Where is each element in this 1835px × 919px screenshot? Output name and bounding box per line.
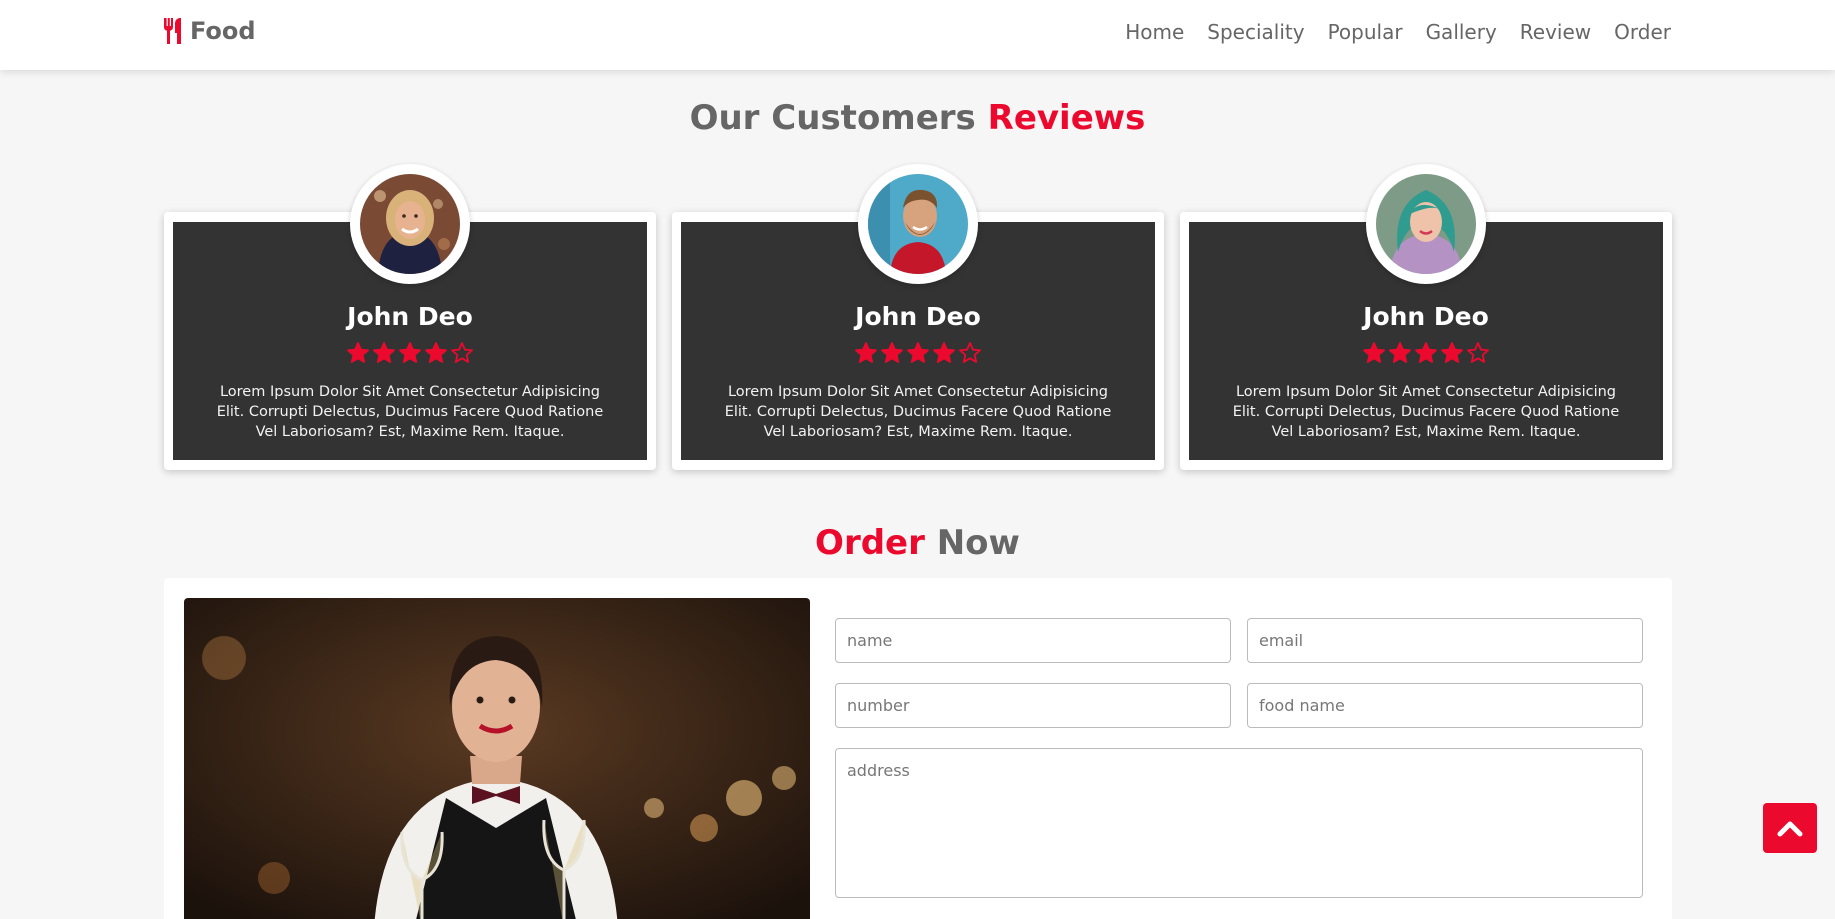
- star-filled-icon: [399, 342, 421, 363]
- star-filled-icon: [1441, 342, 1463, 363]
- star-filled-icon: [425, 342, 447, 363]
- review-card: John Deo Lorem Ipsum Dolor Sit Amet Cons…: [1180, 164, 1672, 470]
- reviewer-name: John Deo: [855, 302, 981, 331]
- order-heading: Order Now: [0, 523, 1835, 563]
- nav-popular[interactable]: Popular: [1328, 20, 1403, 44]
- avatar: [1376, 174, 1476, 274]
- reviewer-name: John Deo: [1363, 302, 1489, 331]
- star-filled-icon: [373, 342, 395, 363]
- review-card: John Deo Lorem Ipsum Dolor Sit Amet Cons…: [164, 164, 656, 470]
- reviews-heading-accent: Reviews: [987, 98, 1146, 138]
- star-outline-icon: [451, 342, 473, 363]
- order-heading-plain: Now: [924, 523, 1020, 563]
- number-field[interactable]: [835, 683, 1231, 728]
- star-filled-icon: [1363, 342, 1385, 363]
- review-text: Lorem Ipsum Dolor Sit Amet Consectetur A…: [216, 384, 604, 440]
- email-field[interactable]: [1247, 618, 1643, 663]
- address-field[interactable]: [835, 748, 1643, 898]
- order-heading-accent: Order: [815, 523, 925, 563]
- review-text: Lorem Ipsum Dolor Sit Amet Consectetur A…: [724, 384, 1112, 440]
- star-filled-icon: [907, 342, 929, 363]
- nav-gallery[interactable]: Gallery: [1426, 20, 1497, 44]
- avatar-frame: [1366, 164, 1486, 284]
- reviews-heading: Our Customers Reviews: [0, 98, 1835, 138]
- logo-text: Food: [190, 17, 256, 45]
- chevron-up-icon: [1777, 821, 1803, 837]
- star-filled-icon: [1415, 342, 1437, 363]
- star-outline-icon: [1467, 342, 1489, 363]
- nav-home[interactable]: Home: [1125, 20, 1184, 44]
- star-rating: [681, 341, 1155, 365]
- star-outline-icon: [959, 342, 981, 363]
- review-text: Lorem Ipsum Dolor Sit Amet Consectetur A…: [1232, 384, 1620, 440]
- star-filled-icon: [855, 342, 877, 363]
- avatar-frame: [350, 164, 470, 284]
- site-header: Food Home Speciality Popular Gallery Rev…: [0, 0, 1835, 70]
- star-filled-icon: [1389, 342, 1411, 363]
- food-name-field[interactable]: [1247, 683, 1643, 728]
- order-form-container: [164, 578, 1672, 919]
- scroll-top-button[interactable]: [1763, 803, 1817, 853]
- star-rating: [1189, 341, 1663, 365]
- star-filled-icon: [933, 342, 955, 363]
- avatar-frame: [858, 164, 978, 284]
- star-rating: [173, 341, 647, 365]
- star-filled-icon: [881, 342, 903, 363]
- main-nav: Home Speciality Popular Gallery Review O…: [1125, 20, 1671, 44]
- nav-speciality[interactable]: Speciality: [1207, 20, 1304, 44]
- avatar: [360, 174, 460, 274]
- logo-link[interactable]: Food: [162, 17, 256, 45]
- reviewer-name: John Deo: [347, 302, 473, 331]
- name-field[interactable]: [835, 618, 1231, 663]
- avatar: [868, 174, 968, 274]
- waitress-image: [184, 598, 810, 919]
- nav-order[interactable]: Order: [1614, 20, 1671, 44]
- nav-review[interactable]: Review: [1520, 20, 1591, 44]
- utensils-icon: [164, 18, 181, 44]
- reviews-heading-plain: Our Customers: [689, 98, 988, 138]
- review-card: John Deo Lorem Ipsum Dolor Sit Amet Cons…: [672, 164, 1164, 470]
- star-filled-icon: [347, 342, 369, 363]
